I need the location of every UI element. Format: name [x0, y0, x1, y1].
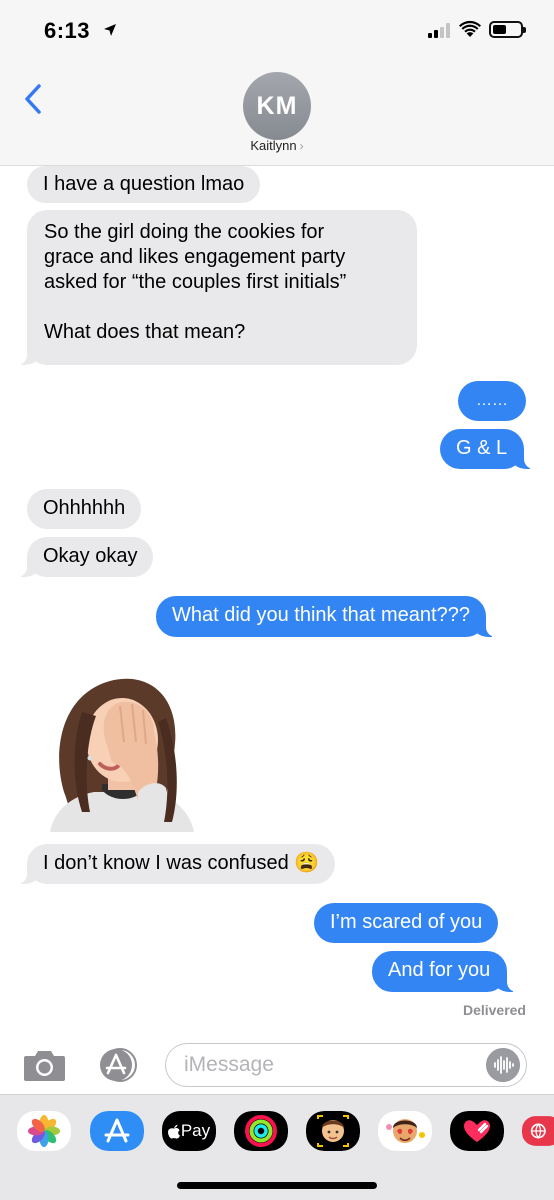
- home-indicator[interactable]: [177, 1182, 377, 1189]
- audio-message-icon[interactable]: [486, 1048, 520, 1082]
- wifi-icon: [459, 20, 481, 37]
- apple-pay-icon[interactable]: Pay: [162, 1111, 216, 1151]
- message-bubble-incoming[interactable]: Ohhhhhh: [27, 489, 142, 529]
- message-text: And for you: [388, 959, 491, 981]
- facepalm-memoji-sticker[interactable]: [42, 672, 202, 832]
- contact-avatar[interactable]: KM: [243, 72, 311, 140]
- message-bubble-incoming[interactable]: Okay okay: [16, 537, 154, 577]
- conversation-header: KM Kaitlynn ›: [0, 58, 554, 166]
- message-bubble-outgoing[interactable]: And for you: [372, 951, 518, 992]
- message-bubble-outgoing[interactable]: I’m scared of you: [314, 903, 499, 943]
- message-bubble-outgoing[interactable]: G & L: [440, 429, 535, 469]
- message-text: What did you think that meant???: [172, 604, 470, 626]
- camera-icon[interactable]: [23, 1048, 66, 1082]
- delivered-receipt: Delivered: [462, 1002, 526, 1018]
- app-store-icon[interactable]: [90, 1111, 144, 1151]
- globe-search-icon[interactable]: [522, 1111, 554, 1151]
- contact-name: Kaitlynn: [250, 138, 297, 153]
- message-bubble-incoming[interactable]: I don’t know I was confused 😩: [16, 844, 336, 884]
- composer-bar: iMessage: [0, 1032, 554, 1094]
- battery-icon: [489, 21, 526, 38]
- memoji-stickers-icon[interactable]: [378, 1111, 432, 1151]
- memoji-icon[interactable]: [306, 1111, 360, 1151]
- message-text: I have a question lmao: [43, 173, 245, 195]
- message-line: [44, 295, 401, 320]
- imessage-placeholder: iMessage: [184, 1053, 274, 1076]
- status-bar: 6:13: [0, 0, 554, 58]
- message-text: Okay okay: [43, 545, 138, 567]
- message-line: asked for “the couples first initials”: [44, 271, 347, 293]
- photos-icon[interactable]: [17, 1111, 71, 1151]
- message-line: So the girl doing the cookies for: [44, 221, 325, 243]
- apple-pay-label: Pay: [180, 1121, 211, 1140]
- apple-logo-icon: [167, 1124, 180, 1139]
- heart-touch-icon[interactable]: [450, 1111, 504, 1151]
- cellular-signal-icon: [428, 22, 454, 38]
- message-bubble-incoming[interactable]: So the girl doing the cookies for grace …: [17, 210, 417, 365]
- message-bubble-outgoing[interactable]: What did you think that meant???: [156, 596, 496, 637]
- location-arrow-icon: [103, 24, 116, 36]
- activity-rings-icon[interactable]: [234, 1111, 288, 1151]
- app-store-apps-icon[interactable]: [94, 1047, 142, 1083]
- clock: 6:13: [44, 18, 91, 43]
- message-bubble-incoming[interactable]: I have a question lmao: [27, 166, 261, 203]
- message-bubble-outgoing[interactable]: ……: [458, 381, 526, 421]
- imessage-input[interactable]: iMessage: [165, 1043, 527, 1087]
- back-chevron-icon[interactable]: [18, 82, 48, 116]
- contact-name-button[interactable]: Kaitlynn ›: [0, 138, 554, 153]
- chevron-right-icon: ›: [299, 139, 304, 153]
- message-line: grace and likes engagement party: [44, 246, 346, 268]
- message-text: ……: [476, 392, 508, 409]
- status-time: 6:13: [44, 18, 117, 44]
- message-text: I don’t know I was confused 😩: [43, 852, 320, 874]
- message-text: G & L: [456, 437, 508, 459]
- message-text: I’m scared of you: [330, 911, 483, 933]
- message-text: Ohhhhhh: [43, 497, 126, 519]
- message-line: What does that mean?: [44, 321, 246, 343]
